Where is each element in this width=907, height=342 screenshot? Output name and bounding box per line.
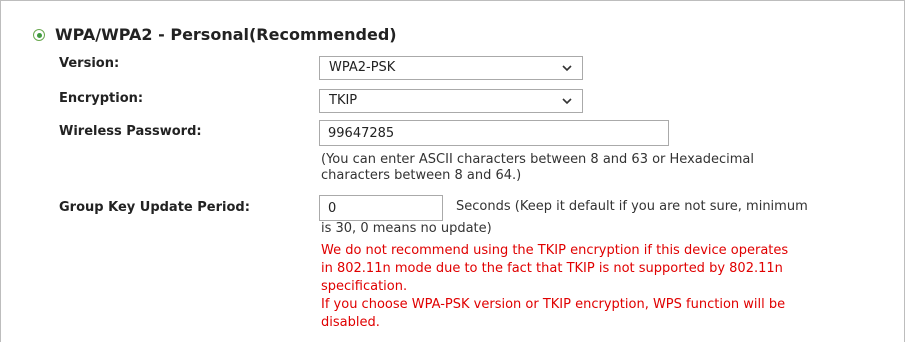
wireless-password-label: Wireless Password:	[59, 124, 202, 139]
password-hint-line1: (You can enter ASCII characters between …	[321, 152, 754, 167]
chevron-down-icon	[562, 98, 572, 105]
password-hint-line2: characters between 8 and 64.)	[321, 168, 522, 183]
encryption-value: TKIP	[329, 93, 358, 108]
version-value: WPA2-PSK	[329, 60, 396, 75]
tkip-warning-line2: in 802.11n mode due to the fact that TKI…	[321, 261, 783, 276]
group-key-label: Group Key Update Period:	[59, 200, 250, 215]
group-key-hint-line1: Seconds (Keep it default if you are not …	[456, 199, 808, 214]
encryption-label: Encryption:	[59, 91, 144, 106]
version-label: Version:	[59, 56, 120, 71]
wpa-personal-radio[interactable]	[33, 29, 45, 41]
wireless-security-panel: WPA/WPA2 - Personal(Recommended) Version…	[0, 0, 905, 342]
group-key-period-input[interactable]	[319, 195, 443, 221]
tkip-warning-line3: specification.	[321, 279, 408, 294]
wps-warning-line1: If you choose WPA-PSK version or TKIP en…	[321, 297, 786, 312]
tkip-warning-line1: We do not recommend using the TKIP encry…	[321, 243, 789, 258]
version-select[interactable]: WPA2-PSK	[319, 56, 583, 80]
wireless-password-input[interactable]	[319, 120, 669, 146]
section-title: WPA/WPA2 - Personal(Recommended)	[55, 25, 397, 44]
chevron-down-icon	[562, 65, 572, 72]
encryption-select[interactable]: TKIP	[319, 89, 583, 113]
wps-warning-line2: disabled.	[321, 315, 380, 330]
group-key-hint-line2: is 30, 0 means no update)	[321, 221, 492, 236]
